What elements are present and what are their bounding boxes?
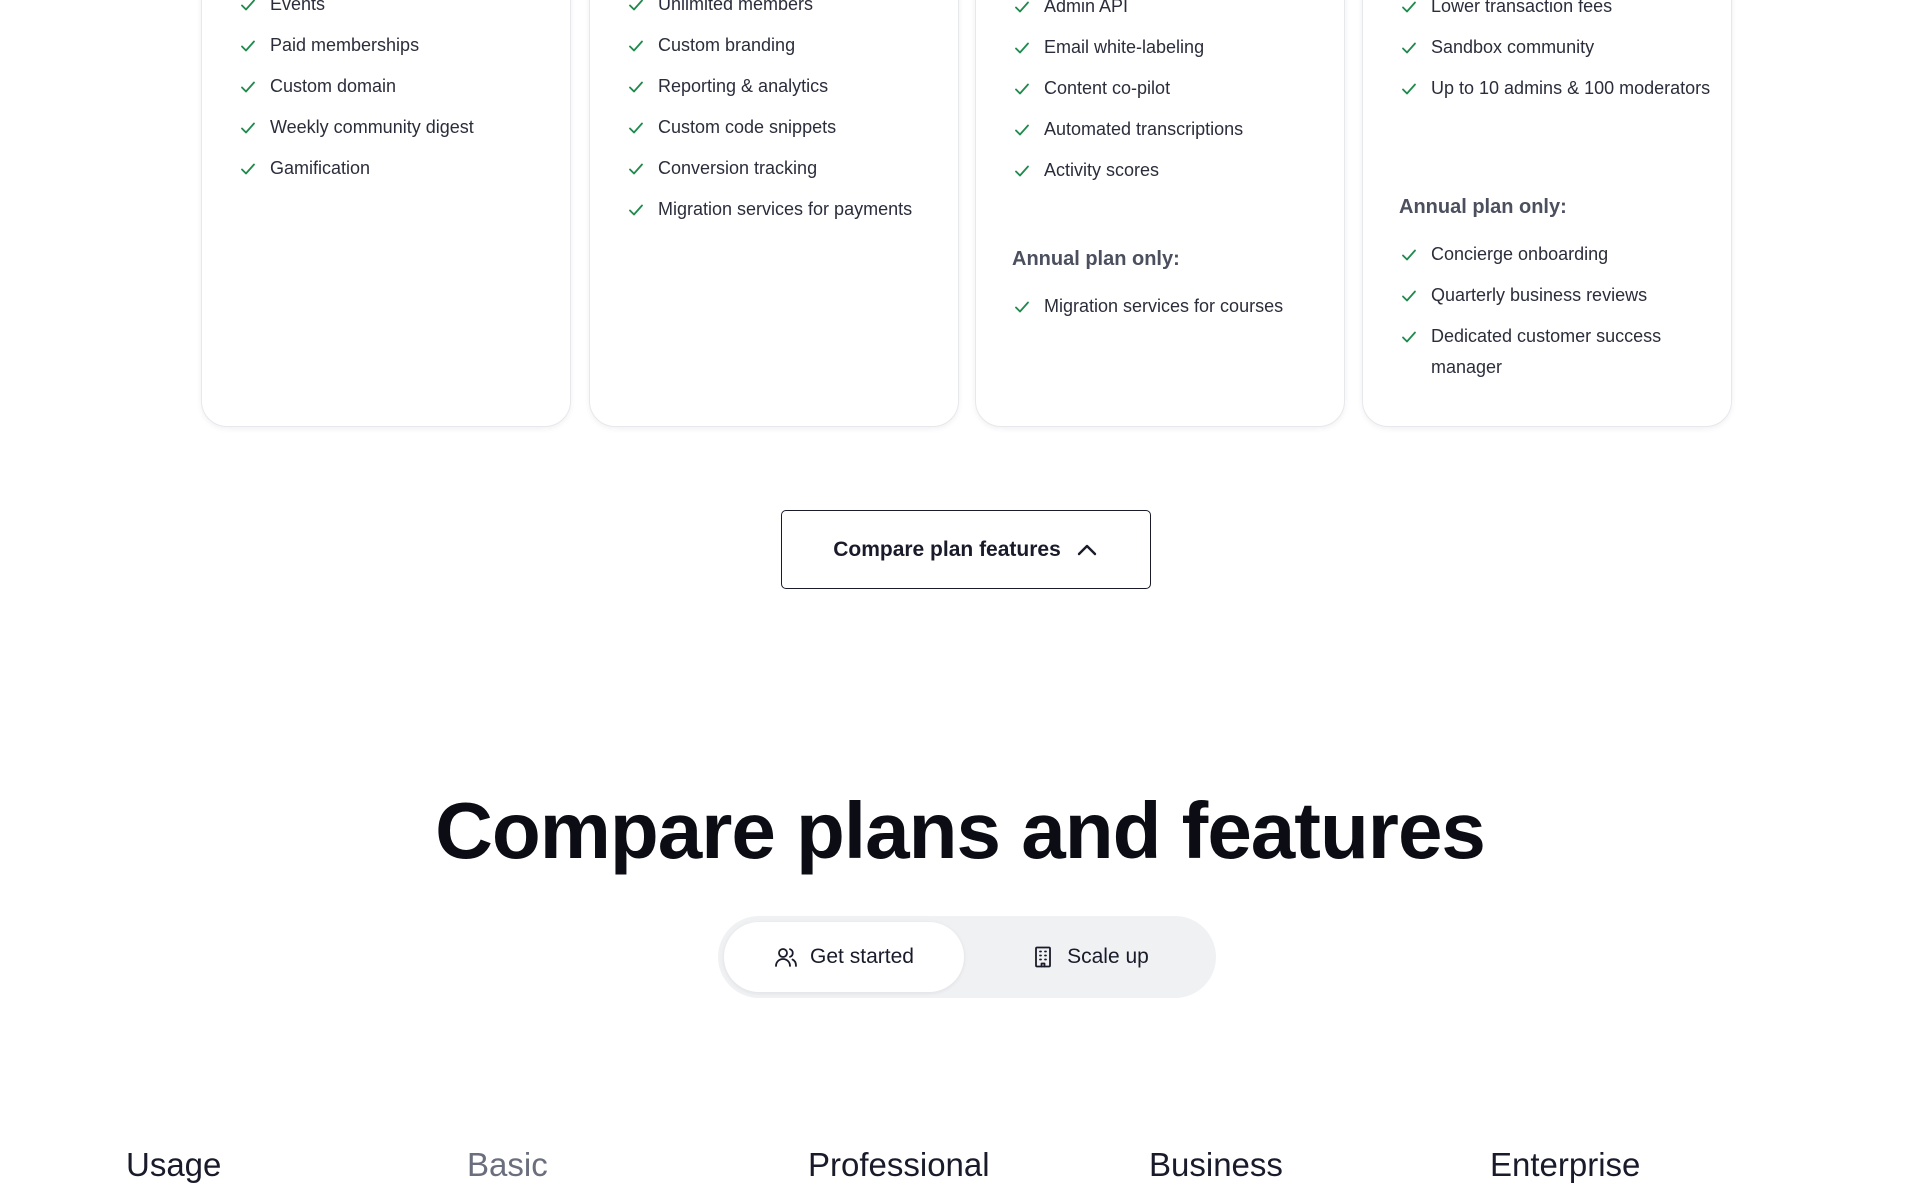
page-title: Compare plans and features (435, 786, 1486, 875)
feature-label: Paid memberships (270, 35, 420, 55)
feature-item: Quarterly business reviews (1401, 280, 1711, 311)
table-header-professional: Professional (808, 1146, 990, 1183)
check-icon (629, 81, 643, 93)
users-icon (775, 948, 797, 967)
check-icon (241, 81, 255, 93)
check-icon (629, 122, 643, 134)
feature-item: Custom branding (628, 30, 938, 61)
feature-item: Admin API (1014, 0, 1324, 22)
check-icon (1015, 42, 1029, 54)
feature-label: Custom code snippets (658, 117, 837, 137)
feature-item: Dedicated customer success manager (1401, 321, 1711, 383)
toggle-scale-up[interactable]: Scale up (970, 922, 1210, 992)
feature-list: Unlimited members Custom branding Report… (628, 0, 938, 235)
feature-item: Gamification (240, 153, 550, 184)
feature-label: Up to 10 admins & 100 moderators (1431, 78, 1711, 98)
feature-label: Conversion tracking (658, 158, 818, 178)
feature-label: Gamification (270, 158, 371, 178)
check-icon (629, 0, 643, 11)
feature-label: Custom domain (270, 76, 397, 96)
check-icon (1402, 83, 1416, 95)
feature-list: Lower transaction fees Sandbox community… (1401, 0, 1711, 114)
feature-item: Reporting & analytics (628, 71, 938, 102)
feature-label: Dedicated customer success manager (1431, 326, 1662, 377)
check-icon (1402, 42, 1416, 54)
check-icon (1402, 331, 1416, 343)
feature-item: Unlimited members (628, 0, 938, 20)
building-icon (1035, 946, 1052, 968)
feature-label: Content co-pilot (1044, 78, 1171, 98)
annual-feature-list: Migration services for courses (1014, 291, 1324, 332)
check-icon (1015, 165, 1029, 177)
feature-item: Weekly community digest (240, 112, 550, 143)
feature-item: Concierge onboarding (1401, 239, 1711, 270)
table-header-usage: Usage (126, 1146, 222, 1183)
toggle-get-started[interactable]: Get started (724, 922, 964, 992)
compare-plan-features-label: Compare plan features (833, 537, 1061, 561)
feature-item: Automated transcriptions (1014, 114, 1324, 145)
plan-card-basic: Events Paid memberships Custom domain We… (201, 0, 571, 427)
feature-label: Concierge onboarding (1431, 244, 1609, 264)
feature-label: Reporting & analytics (658, 76, 829, 96)
feature-label: Admin API (1044, 0, 1129, 16)
plan-card-enterprise: Lower transaction fees Sandbox community… (1362, 0, 1732, 427)
check-icon (1015, 83, 1029, 95)
check-icon (1015, 124, 1029, 136)
check-icon (1015, 1, 1029, 13)
plan-card-business: Admin API Email white-labeling Content c… (975, 0, 1345, 427)
toggle-scale-up-label: Scale up (1067, 945, 1149, 968)
chevron-up-icon (1077, 544, 1096, 555)
check-icon (241, 122, 255, 134)
feature-item: Custom code snippets (628, 112, 938, 143)
feature-label: Migration services for payments (658, 199, 913, 219)
annual-feature-list: Concierge onboarding Quarterly business … (1401, 239, 1711, 393)
feature-label: Sandbox community (1431, 37, 1595, 57)
check-icon (241, 40, 255, 52)
feature-label: Migration services for courses (1044, 296, 1284, 316)
check-icon (241, 0, 255, 11)
check-icon (629, 204, 643, 216)
plan-card-professional: Unlimited members Custom branding Report… (589, 0, 959, 427)
feature-label: Quarterly business reviews (1431, 285, 1648, 305)
feature-label: Lower transaction fees (1431, 0, 1613, 16)
feature-item: Email white-labeling (1014, 32, 1324, 63)
feature-item: Paid memberships (240, 30, 550, 61)
feature-label: Automated transcriptions (1044, 119, 1244, 139)
feature-list: Events Paid memberships Custom domain We… (240, 0, 550, 194)
feature-item: Migration services for courses (1014, 291, 1324, 322)
plan-group-toggle: Get started Scale up (718, 916, 1216, 998)
check-icon (1015, 301, 1029, 313)
check-icon (629, 163, 643, 175)
feature-item: Content co-pilot (1014, 73, 1324, 104)
annual-plan-label: Annual plan only: (1399, 196, 1567, 218)
feature-label: Events (270, 0, 326, 14)
feature-item: Lower transaction fees (1401, 0, 1711, 22)
feature-label: Custom branding (658, 35, 796, 55)
annual-plan-label: Annual plan only: (1012, 248, 1180, 270)
feature-item: Sandbox community (1401, 32, 1711, 63)
feature-item: Activity scores (1014, 155, 1324, 186)
feature-label: Unlimited members (658, 0, 814, 14)
table-header-enterprise: Enterprise (1490, 1146, 1641, 1183)
table-header-business: Business (1149, 1146, 1283, 1183)
feature-item: Up to 10 admins & 100 moderators (1401, 73, 1711, 104)
toggle-get-started-label: Get started (810, 945, 914, 968)
check-icon (1402, 1, 1416, 13)
feature-label: Activity scores (1044, 160, 1160, 180)
compare-plan-features-button[interactable]: Compare plan features (781, 510, 1151, 589)
table-header-basic: Basic (467, 1146, 548, 1183)
feature-item: Migration services for payments (628, 194, 938, 225)
check-icon (629, 40, 643, 52)
feature-label: Email white-labeling (1044, 37, 1205, 57)
pricing-page: Events Paid memberships Custom domain We… (0, 0, 1920, 1200)
feature-item: Conversion tracking (628, 153, 938, 184)
check-icon (1402, 249, 1416, 261)
check-icon (241, 163, 255, 175)
check-icon (1402, 290, 1416, 302)
feature-list: Admin API Email white-labeling Content c… (1014, 0, 1324, 196)
feature-item: Custom domain (240, 71, 550, 102)
feature-item: Events (240, 0, 550, 20)
feature-label: Weekly community digest (270, 117, 474, 137)
